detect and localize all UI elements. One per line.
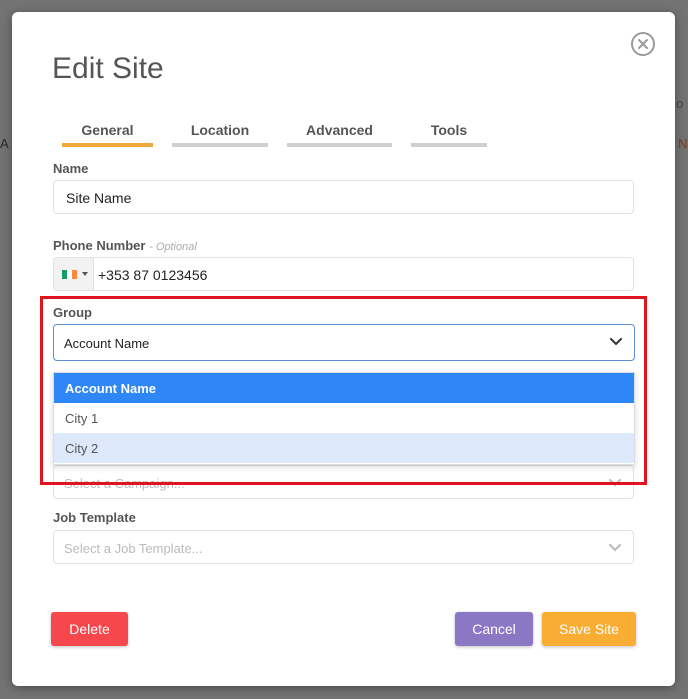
phone-label-text: Phone Number <box>53 238 146 253</box>
save-site-button[interactable]: Save Site <box>542 612 636 646</box>
tab-label: Advanced <box>306 122 373 138</box>
modal-title: Edit Site <box>52 52 164 85</box>
name-label: Name <box>53 161 89 176</box>
cancel-button[interactable]: Cancel <box>455 612 533 646</box>
tab-underline <box>172 143 268 147</box>
country-selector[interactable] <box>54 258 94 290</box>
tab-advanced[interactable]: Advanced <box>287 122 392 147</box>
tab-tools[interactable]: Tools <box>411 122 487 147</box>
close-button[interactable] <box>631 32 655 56</box>
tab-underline <box>411 143 487 147</box>
tab-location[interactable]: Location <box>172 122 268 147</box>
phone-input-value: +353 87 0123456 <box>98 267 208 283</box>
tab-underline <box>287 143 392 147</box>
caret-down-icon <box>82 272 88 276</box>
tab-label: Location <box>190 122 250 138</box>
background-text-fragment: o <box>676 96 684 111</box>
tab-label: Tools <box>430 122 468 138</box>
tab-label: General <box>81 122 134 138</box>
job-template-select[interactable]: Select a Job Template... <box>53 530 634 564</box>
name-input-value: Site Name <box>66 190 132 206</box>
edit-site-modal: Edit Site General Location Advanced Tool… <box>12 12 675 686</box>
phone-input[interactable]: +353 87 0123456 <box>53 257 634 291</box>
background-text-fragment: N <box>678 136 688 151</box>
tab-underline <box>62 143 153 147</box>
close-icon <box>638 39 648 49</box>
name-input[interactable]: Site Name <box>53 180 634 214</box>
background-text-fragment: A <box>0 136 9 151</box>
delete-button[interactable]: Delete <box>51 612 128 646</box>
chevron-down-icon <box>609 544 621 552</box>
job-template-label: Job Template <box>53 510 136 525</box>
ireland-flag-icon <box>62 270 77 279</box>
highlight-box <box>40 296 647 485</box>
tab-general[interactable]: General <box>62 122 153 147</box>
job-template-placeholder: Select a Job Template... <box>64 541 203 556</box>
phone-label: Phone Number - Optional <box>53 238 197 253</box>
optional-hint: - Optional <box>149 241 197 253</box>
